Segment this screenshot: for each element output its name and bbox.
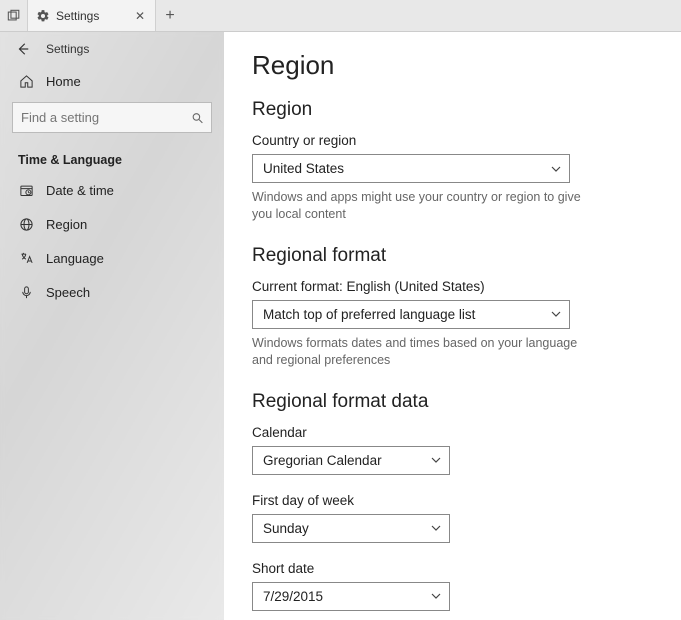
country-helper: Windows and apps might use your country … [252,189,592,223]
calendar-select[interactable]: Gregorian Calendar [252,446,450,475]
short-date-label: Short date [252,561,653,576]
language-icon [18,250,34,266]
country-value: United States [263,161,344,176]
country-label: Country or region [252,133,653,148]
chevron-down-icon [551,309,561,319]
chevron-down-icon [551,164,561,174]
sidebar-item-region[interactable]: Region [12,207,212,241]
format-data-heading: Regional format data [252,391,653,413]
format-select[interactable]: Match top of preferred language list [252,300,570,329]
region-heading: Region [252,99,653,121]
sidebar-item-date-time[interactable]: Date & time [12,173,212,207]
sidebar-item-speech[interactable]: Speech [12,275,212,309]
sidebar-item-language[interactable]: Language [12,241,212,275]
regional-format-heading: Regional format [252,245,653,267]
sidebar: Settings Home Time & Language Date [0,32,224,620]
sidebar-item-label: Home [46,74,81,89]
chevron-down-icon [431,523,441,533]
sidebar-item-label: Speech [46,285,90,300]
search-container [12,102,212,133]
regional-format-data-group: Regional format data Calendar Gregorian … [252,391,653,620]
calendar-value: Gregorian Calendar [263,453,382,468]
first-day-value: Sunday [263,521,309,536]
regional-format-group: Regional format Current format: English … [252,245,653,369]
format-helper: Windows formats dates and times based on… [252,335,592,369]
clock-icon [18,182,34,198]
sidebar-item-label: Language [46,251,104,266]
gear-icon [36,9,50,23]
first-day-label: First day of week [252,493,653,508]
window-titlebar: Settings ✕ + [0,0,681,32]
chevron-down-icon [431,591,441,601]
globe-icon [18,216,34,232]
country-select[interactable]: United States [252,154,570,183]
back-button[interactable] [16,42,32,56]
new-tab-button[interactable]: + [156,7,184,25]
page-title: Region [252,50,653,81]
sidebar-category-label: Time & Language [12,143,212,173]
search-icon [191,111,204,124]
search-input[interactable] [12,102,212,133]
first-day-select[interactable]: Sunday [252,514,450,543]
breadcrumb-label: Settings [46,42,89,56]
calendar-label: Calendar [252,425,653,440]
chevron-down-icon [431,455,441,465]
current-format-label: Current format: English (United States) [252,279,653,294]
short-date-select[interactable]: 7/29/2015 [252,582,450,611]
tab-close-button[interactable]: ✕ [133,9,147,23]
sidebar-item-label: Date & time [46,183,114,198]
tab-label: Settings [56,9,99,23]
short-date-value: 7/29/2015 [263,589,323,604]
main-content: Region Region Country or region United S… [224,32,681,620]
tab-group-icon[interactable] [0,0,28,31]
format-value: Match top of preferred language list [263,307,475,322]
region-group: Region Country or region United States W… [252,99,653,223]
sidebar-item-home[interactable]: Home [12,64,212,98]
sidebar-item-label: Region [46,217,87,232]
home-icon [18,73,34,89]
microphone-icon [18,284,34,300]
tab-settings[interactable]: Settings ✕ [28,0,156,31]
